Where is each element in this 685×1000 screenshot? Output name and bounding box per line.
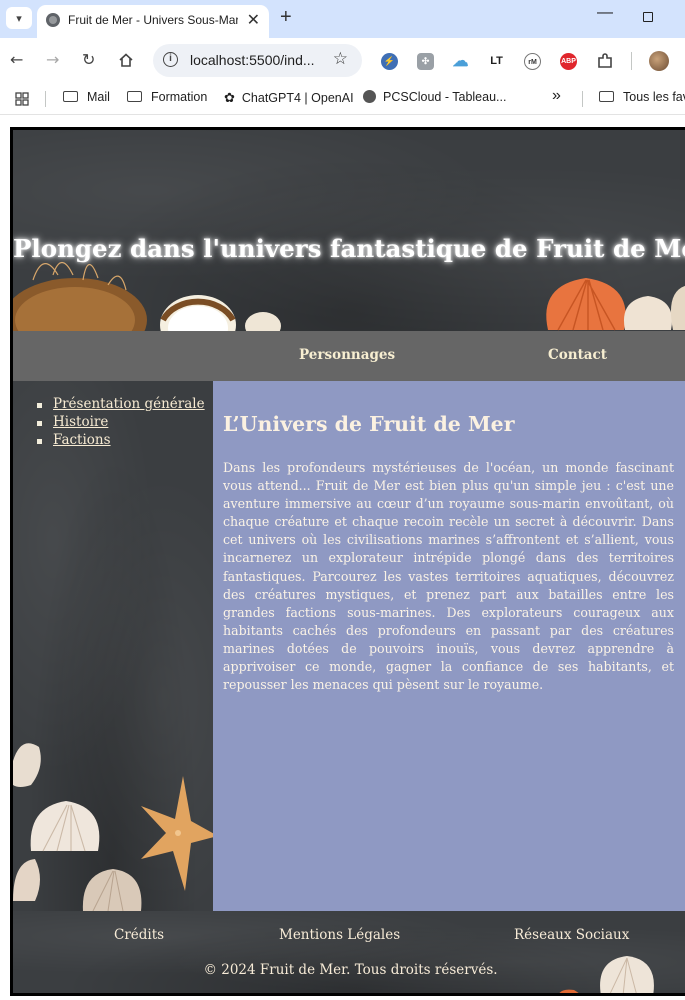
nav-link-personnages[interactable]: Personnages [299, 347, 395, 363]
sidebar-link-factions[interactable]: Factions [53, 432, 111, 448]
browser-toolbar: ← → ↻ i localhost:5500/ind... ☆ ⚡ ✣ ☁ LT… [0, 38, 685, 83]
bookmark-all-favorites[interactable]: Tous les favoris [599, 90, 685, 104]
site-header: Plongez dans l'univers fantastique de Fr… [13, 130, 685, 331]
browser-tab-strip: ▾ Fruit de Mer - Univers Sous-Marin ✕ + … [0, 0, 685, 38]
bookmarks-bar: Mail Formation ✿ ChatGPT4 | OpenAI PCSClo… [0, 83, 685, 115]
bookmark-label: Formation [151, 90, 208, 104]
folder-icon [127, 91, 142, 102]
bookmarks-overflow-button[interactable]: » [552, 87, 561, 105]
folder-icon [63, 91, 78, 102]
profile-avatar[interactable] [649, 51, 669, 71]
extensions-icon[interactable] [596, 52, 614, 70]
lt-icon[interactable]: LT [488, 53, 505, 70]
section-paragraph: Dans les profondeurs mystérieuses de l'o… [223, 460, 674, 693]
sidebar-menu: Présentation générale Histoire Factions [35, 396, 205, 450]
sidebar-link-presentation[interactable]: Présentation générale [53, 396, 205, 412]
new-tab-button[interactable]: + [280, 6, 292, 29]
site-footer: Crédits Mentions Légales Réseaux Sociaux… [13, 911, 685, 993]
openai-icon: ✿ [224, 90, 235, 105]
globe-icon [363, 90, 376, 103]
bookmark-label: Tous les favoris [623, 90, 685, 104]
bookmarks-separator [45, 91, 46, 107]
home-icon[interactable] [118, 52, 134, 68]
bookmark-label: PCSCloud - Tableau... [383, 90, 507, 104]
page-title: Plongez dans l'univers fantastique de Fr… [13, 234, 685, 263]
page-viewport: Plongez dans l'univers fantastique de Fr… [0, 116, 685, 1000]
apps-grid-icon[interactable] [15, 92, 29, 106]
sidebar-item-factions: Factions [35, 432, 205, 450]
section-heading: L’Univers de Fruit de Mer [223, 412, 515, 436]
footer-link-credits[interactable]: Crédits [114, 927, 164, 943]
nav-link-contact[interactable]: Contact [548, 347, 607, 363]
bookmark-chatgpt[interactable]: ✿ ChatGPT4 | OpenAI [224, 90, 354, 106]
footer-link-reseaux-sociaux[interactable]: Réseaux Sociaux [514, 927, 629, 943]
abp-icon[interactable]: ABP [560, 53, 577, 70]
site-info-icon[interactable]: i [163, 52, 178, 67]
copyright-text: © 2024 Fruit de Mer. Tous droits réservé… [203, 962, 498, 978]
maximize-window-button[interactable] [643, 12, 653, 22]
folder-icon [599, 91, 614, 102]
sidebar-item-presentation: Présentation générale [35, 396, 205, 414]
bookmarks-separator [582, 91, 583, 107]
reload-icon[interactable]: ↻ [82, 50, 95, 69]
bookmark-label: ChatGPT4 | OpenAI [241, 91, 354, 105]
close-tab-icon[interactable]: ✕ [247, 10, 260, 30]
minimize-window-button[interactable]: — [597, 4, 613, 22]
back-arrow-icon[interactable]: ← [10, 50, 23, 69]
bookmark-star-icon[interactable]: ☆ [333, 49, 348, 69]
sidebar-link-histoire[interactable]: Histoire [53, 414, 108, 430]
starfish-decoration-image [13, 743, 213, 911]
globe-icon [46, 13, 60, 27]
sidebar-item-histoire: Histoire [35, 414, 205, 432]
footer-link-mentions-legales[interactable]: Mentions Légales [279, 927, 400, 943]
tab-search-icon[interactable]: ▾ [6, 7, 32, 29]
bookmark-pcscloud[interactable]: PCSCloud - Tableau... [363, 90, 506, 104]
toolbar-separator [631, 52, 632, 70]
rm-icon[interactable]: rM [524, 53, 541, 70]
tab-title: Fruit de Mer - Univers Sous-Marin [68, 13, 238, 27]
seashell-decoration-image [13, 261, 685, 331]
cloud-icon[interactable]: ☁ [452, 53, 469, 70]
site-container: Plongez dans l'univers fantastique de Fr… [10, 127, 685, 996]
address-url[interactable]: localhost:5500/ind... [190, 52, 315, 68]
bookmark-label: Mail [87, 90, 110, 104]
forward-arrow-icon[interactable]: → [46, 50, 59, 69]
bookmark-mail[interactable]: Mail [63, 90, 110, 104]
main-nav: Personnages Contact [13, 331, 685, 381]
puzzle-app-icon[interactable]: ✣ [417, 53, 434, 70]
footer-shells-image [559, 956, 654, 993]
bookmark-formation[interactable]: Formation [127, 90, 207, 104]
main-content: L’Univers de Fruit de Mer Dans les profo… [213, 381, 685, 911]
sidebar: Présentation générale Histoire Factions [13, 381, 213, 911]
address-bar[interactable]: i localhost:5500/ind... ☆ [153, 44, 362, 77]
browser-tab-active[interactable]: Fruit de Mer - Univers Sous-Marin ✕ [37, 5, 269, 38]
bolt-icon[interactable]: ⚡ [381, 53, 398, 70]
